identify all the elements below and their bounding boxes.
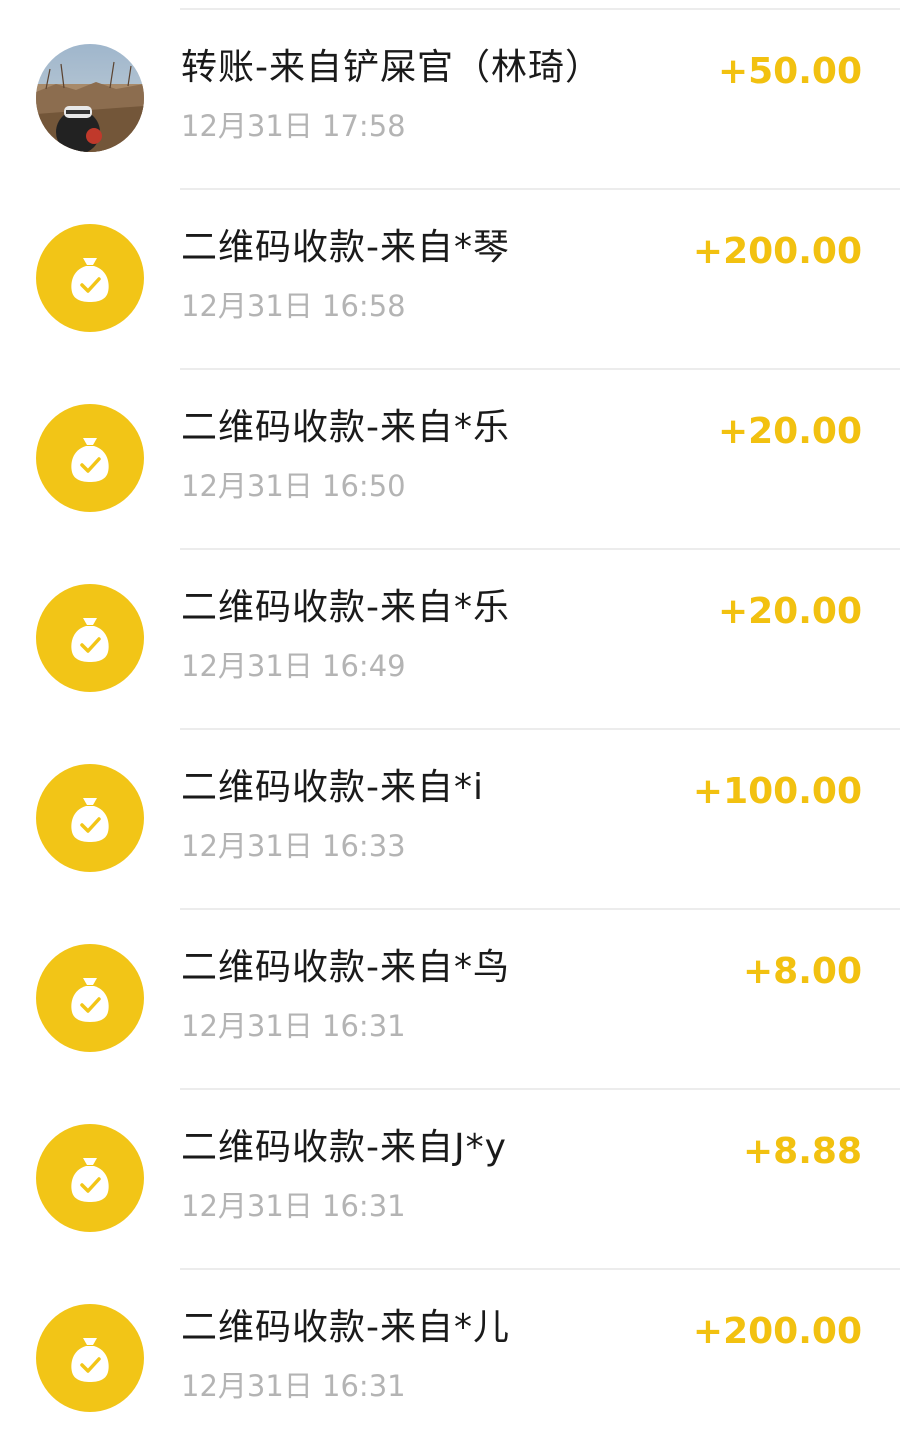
transaction-title: 二维码收款-来自J*y: [181, 1127, 507, 1168]
transaction-row[interactable]: 二维码收款-来自*儿 12月31日 16:31 +200.00: [0, 1270, 900, 1450]
transaction-title: 二维码收款-来自*乐: [181, 587, 510, 628]
transaction-amount: +8.00: [743, 951, 862, 992]
transaction-title: 二维码收款-来自*i: [181, 767, 484, 808]
transaction-time: 12月31日 16:50: [181, 469, 406, 503]
transaction-row[interactable]: 二维码收款-来自J*y 12月31日 16:31 +8.88: [0, 1090, 900, 1270]
transaction-amount: +50.00: [717, 51, 862, 92]
transaction-title: 二维码收款-来自*儿: [181, 1307, 510, 1348]
user-avatar: [36, 44, 144, 152]
transaction-amount: +20.00: [717, 411, 862, 452]
money-bag-icon: [36, 1124, 144, 1232]
transaction-amount: +8.88: [743, 1131, 862, 1172]
transaction-time: 12月31日 16:49: [181, 649, 406, 683]
transaction-time: 12月31日 16:33: [181, 829, 406, 863]
money-bag-icon: [36, 404, 144, 512]
transaction-time: 12月31日 17:58: [181, 109, 406, 143]
transaction-title: 二维码收款-来自*鸟: [181, 947, 510, 988]
transaction-row[interactable]: 二维码收款-来自*i 12月31日 16:33 +100.00: [0, 730, 900, 910]
transaction-time: 12月31日 16:31: [181, 1009, 406, 1043]
money-bag-icon: [36, 584, 144, 692]
transaction-title: 二维码收款-来自*乐: [181, 407, 510, 448]
transaction-row[interactable]: 二维码收款-来自*乐 12月31日 16:49 +20.00: [0, 550, 900, 730]
transaction-title: 转账-来自铲屎官（林琦）: [181, 47, 602, 88]
transaction-title: 二维码收款-来自*琴: [181, 227, 510, 268]
transaction-row[interactable]: 转账-来自铲屎官（林琦） 12月31日 17:58 +50.00: [0, 10, 900, 190]
transaction-time: 12月31日 16:31: [181, 1189, 406, 1223]
transaction-row[interactable]: 二维码收款-来自*乐 12月31日 16:50 +20.00: [0, 370, 900, 550]
transaction-row[interactable]: 二维码收款-来自*鸟 12月31日 16:31 +8.00: [0, 910, 900, 1090]
transaction-time: 12月31日 16:58: [181, 289, 406, 323]
transaction-list: 转账-来自铲屎官（林琦） 12月31日 17:58 +50.00 二维码收款-来…: [0, 10, 900, 1450]
transaction-time: 12月31日 16:31: [181, 1369, 406, 1403]
money-bag-icon: [36, 944, 144, 1052]
money-bag-icon: [36, 224, 144, 332]
transaction-amount: +20.00: [717, 591, 862, 632]
transaction-amount: +100.00: [692, 771, 862, 812]
transaction-amount: +200.00: [692, 231, 862, 272]
money-bag-icon: [36, 764, 144, 872]
money-bag-icon: [36, 1304, 144, 1412]
transaction-amount: +200.00: [692, 1311, 862, 1352]
transaction-row[interactable]: 二维码收款-来自*琴 12月31日 16:58 +200.00: [0, 190, 900, 370]
